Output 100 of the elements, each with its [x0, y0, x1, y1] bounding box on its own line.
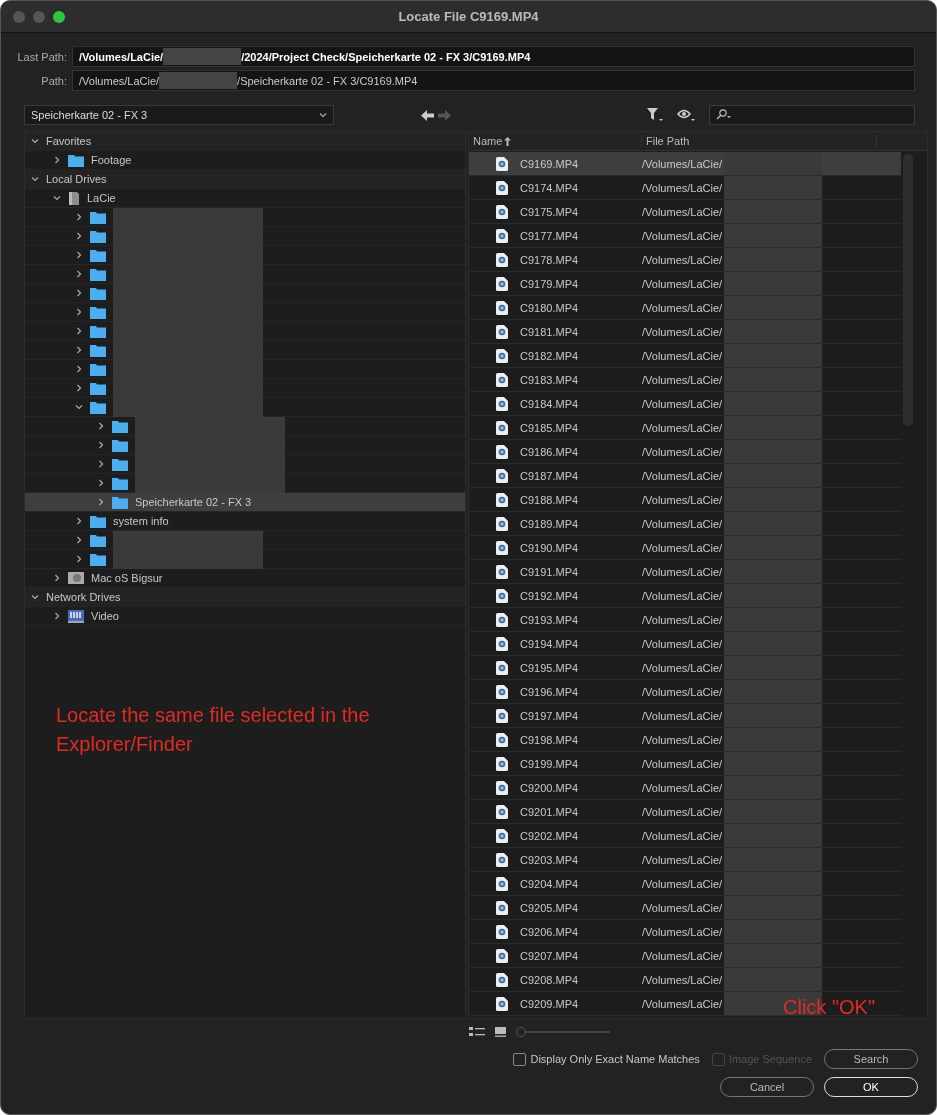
eye-icon[interactable]	[677, 108, 695, 122]
tree-row[interactable]	[25, 398, 465, 417]
file-row[interactable]: C9188.MP4 /Volumes/LaCie/	[469, 488, 901, 512]
file-row[interactable]: C9208.MP4 /Volumes/LaCie/	[469, 968, 901, 992]
file-row[interactable]: C9181.MP4 /Volumes/LaCie/	[469, 320, 901, 344]
location-dropdown[interactable]: Speicherkarte 02 - FX 3	[24, 105, 334, 125]
column-header[interactable]: Name	[469, 135, 642, 147]
file-row[interactable]: C9193.MP4 /Volumes/LaCie/	[469, 608, 901, 632]
list-view-icon[interactable]	[469, 1027, 485, 1037]
file-row[interactable]: C9182.MP4 /Volumes/LaCie/	[469, 344, 901, 368]
tree-row[interactable]	[25, 227, 465, 246]
chevron-icon[interactable]	[75, 251, 83, 259]
file-row[interactable]: C9199.MP4 /Volumes/LaCie/	[469, 752, 901, 776]
chevron-icon[interactable]	[97, 441, 105, 449]
tree-row[interactable]: LaCie	[25, 189, 465, 208]
search-field[interactable]	[709, 105, 915, 125]
file-row[interactable]: C9192.MP4 /Volumes/LaCie/	[469, 584, 901, 608]
file-row[interactable]: C9184.MP4 /Volumes/LaCie/	[469, 392, 901, 416]
file-row[interactable]: C9202.MP4 /Volumes/LaCie/	[469, 824, 901, 848]
chevron-icon[interactable]	[75, 232, 83, 240]
file-row[interactable]: C9180.MP4 /Volumes/LaCie/	[469, 296, 901, 320]
zoom-button[interactable]	[53, 10, 65, 23]
checkbox[interactable]	[513, 1052, 527, 1066]
file-row[interactable]: C9198.MP4 /Volumes/LaCie/	[469, 728, 901, 752]
chevron-icon[interactable]	[75, 327, 83, 335]
chevron-icon[interactable]	[75, 346, 83, 354]
chevron-icon[interactable]	[75, 536, 83, 544]
chevron-icon[interactable]	[75, 384, 83, 392]
file-row[interactable]: C9194.MP4 /Volumes/LaCie/	[469, 632, 901, 656]
chevron-icon[interactable]	[97, 460, 105, 468]
file-row[interactable]: C9175.MP4 /Volumes/LaCie/	[469, 200, 901, 224]
chevron-icon[interactable]	[75, 289, 83, 297]
file-row[interactable]: C9190.MP4 /Volumes/LaCie/	[469, 536, 901, 560]
tree-row[interactable]	[25, 208, 465, 227]
chevron-icon[interactable]	[53, 612, 61, 620]
file-row[interactable]: C9179.MP4 /Volumes/LaCie/	[469, 272, 901, 296]
tree-row[interactable]	[25, 379, 465, 398]
chevron-icon[interactable]	[75, 270, 83, 278]
tree-row[interactable]	[25, 284, 465, 303]
thumbnail-size-slider[interactable]	[516, 1027, 610, 1037]
chevron-icon[interactable]	[31, 593, 39, 601]
tree-row[interactable]	[25, 531, 465, 550]
file-row[interactable]: C9204.MP4 /Volumes/LaCie/	[469, 872, 901, 896]
filter-icon[interactable]	[647, 108, 663, 122]
file-row[interactable]: C9200.MP4 /Volumes/LaCie/	[469, 776, 901, 800]
file-row[interactable]: C9207.MP4 /Volumes/LaCie/	[469, 944, 901, 968]
tree-row[interactable]: Video	[25, 607, 465, 626]
file-row[interactable]: C9186.MP4 /Volumes/LaCie/	[469, 440, 901, 464]
file-row[interactable]: C9206.MP4 /Volumes/LaCie/	[469, 920, 901, 944]
file-row[interactable]: C9191.MP4 /Volumes/LaCie/	[469, 560, 901, 584]
tree-row[interactable]	[25, 417, 465, 436]
tree-row[interactable]: Favorites	[25, 132, 465, 151]
file-row[interactable]: C9174.MP4 /Volumes/LaCie/	[469, 176, 901, 200]
path-field[interactable]: /Volumes/LaCie/ /2024/Project Check/Speicherkarte 02 - FX 3/C9169.MP4	[72, 46, 915, 67]
file-row[interactable]: C9189.MP4 /Volumes/LaCie/	[469, 512, 901, 536]
chevron-icon[interactable]	[75, 555, 83, 563]
dialog-button[interactable]: OK	[824, 1077, 918, 1097]
tree-row[interactable]	[25, 550, 465, 569]
tree-row[interactable]	[25, 265, 465, 284]
file-row[interactable]: C9196.MP4 /Volumes/LaCie/	[469, 680, 901, 704]
chevron-icon[interactable]	[31, 137, 39, 145]
path-field[interactable]: /Volumes/LaCie/ /Speicherkarte 02 - FX 3/C9169.MP4	[72, 70, 915, 91]
chevron-icon[interactable]	[75, 517, 83, 525]
file-row[interactable]: C9169.MP4 /Volumes/LaCie/	[469, 152, 901, 176]
tree-row[interactable]	[25, 436, 465, 455]
column-header[interactable]: File Path	[642, 135, 877, 147]
file-row[interactable]: C9201.MP4 /Volumes/LaCie/	[469, 800, 901, 824]
file-row[interactable]: C9183.MP4 /Volumes/LaCie/	[469, 368, 901, 392]
chevron-icon[interactable]	[75, 403, 83, 411]
tree-row[interactable]: Local Drives	[25, 170, 465, 189]
file-row[interactable]: C9185.MP4 /Volumes/LaCie/	[469, 416, 901, 440]
chevron-icon[interactable]	[53, 194, 61, 202]
file-row[interactable]: C9197.MP4 /Volumes/LaCie/	[469, 704, 901, 728]
file-row[interactable]: C9195.MP4 /Volumes/LaCie/	[469, 656, 901, 680]
file-row[interactable]: C9203.MP4 /Volumes/LaCie/	[469, 848, 901, 872]
tree-row[interactable]	[25, 303, 465, 322]
chevron-icon[interactable]	[53, 574, 61, 582]
tree-row[interactable]: Mac oS Bigsur	[25, 569, 465, 588]
file-row[interactable]: C9177.MP4 /Volumes/LaCie/	[469, 224, 901, 248]
chevron-icon[interactable]	[75, 365, 83, 373]
tree-row[interactable]	[25, 322, 465, 341]
tree-row[interactable]: Speicherkarte 02 - FX 3	[25, 493, 465, 512]
file-row[interactable]: C9187.MP4 /Volumes/LaCie/	[469, 464, 901, 488]
chevron-icon[interactable]	[97, 479, 105, 487]
tree-row[interactable]	[25, 360, 465, 379]
file-row[interactable]: C9205.MP4 /Volumes/LaCie/	[469, 896, 901, 920]
dialog-button[interactable]: Search	[824, 1049, 918, 1069]
tree-row[interactable]	[25, 341, 465, 360]
file-row[interactable]: C9178.MP4 /Volumes/LaCie/	[469, 248, 901, 272]
tree-row[interactable]	[25, 455, 465, 474]
dialog-button[interactable]: Cancel	[720, 1077, 814, 1097]
chevron-icon[interactable]	[319, 111, 327, 119]
back-arrow-icon[interactable]	[421, 109, 434, 121]
chevron-icon[interactable]	[53, 156, 61, 164]
tree-row[interactable]	[25, 246, 465, 265]
chevron-icon[interactable]	[75, 213, 83, 221]
thumbnail-view-icon[interactable]	[495, 1027, 506, 1037]
tree-row[interactable]: Network Drives	[25, 588, 465, 607]
tree-row[interactable]	[25, 474, 465, 493]
chevron-icon[interactable]	[31, 175, 39, 183]
